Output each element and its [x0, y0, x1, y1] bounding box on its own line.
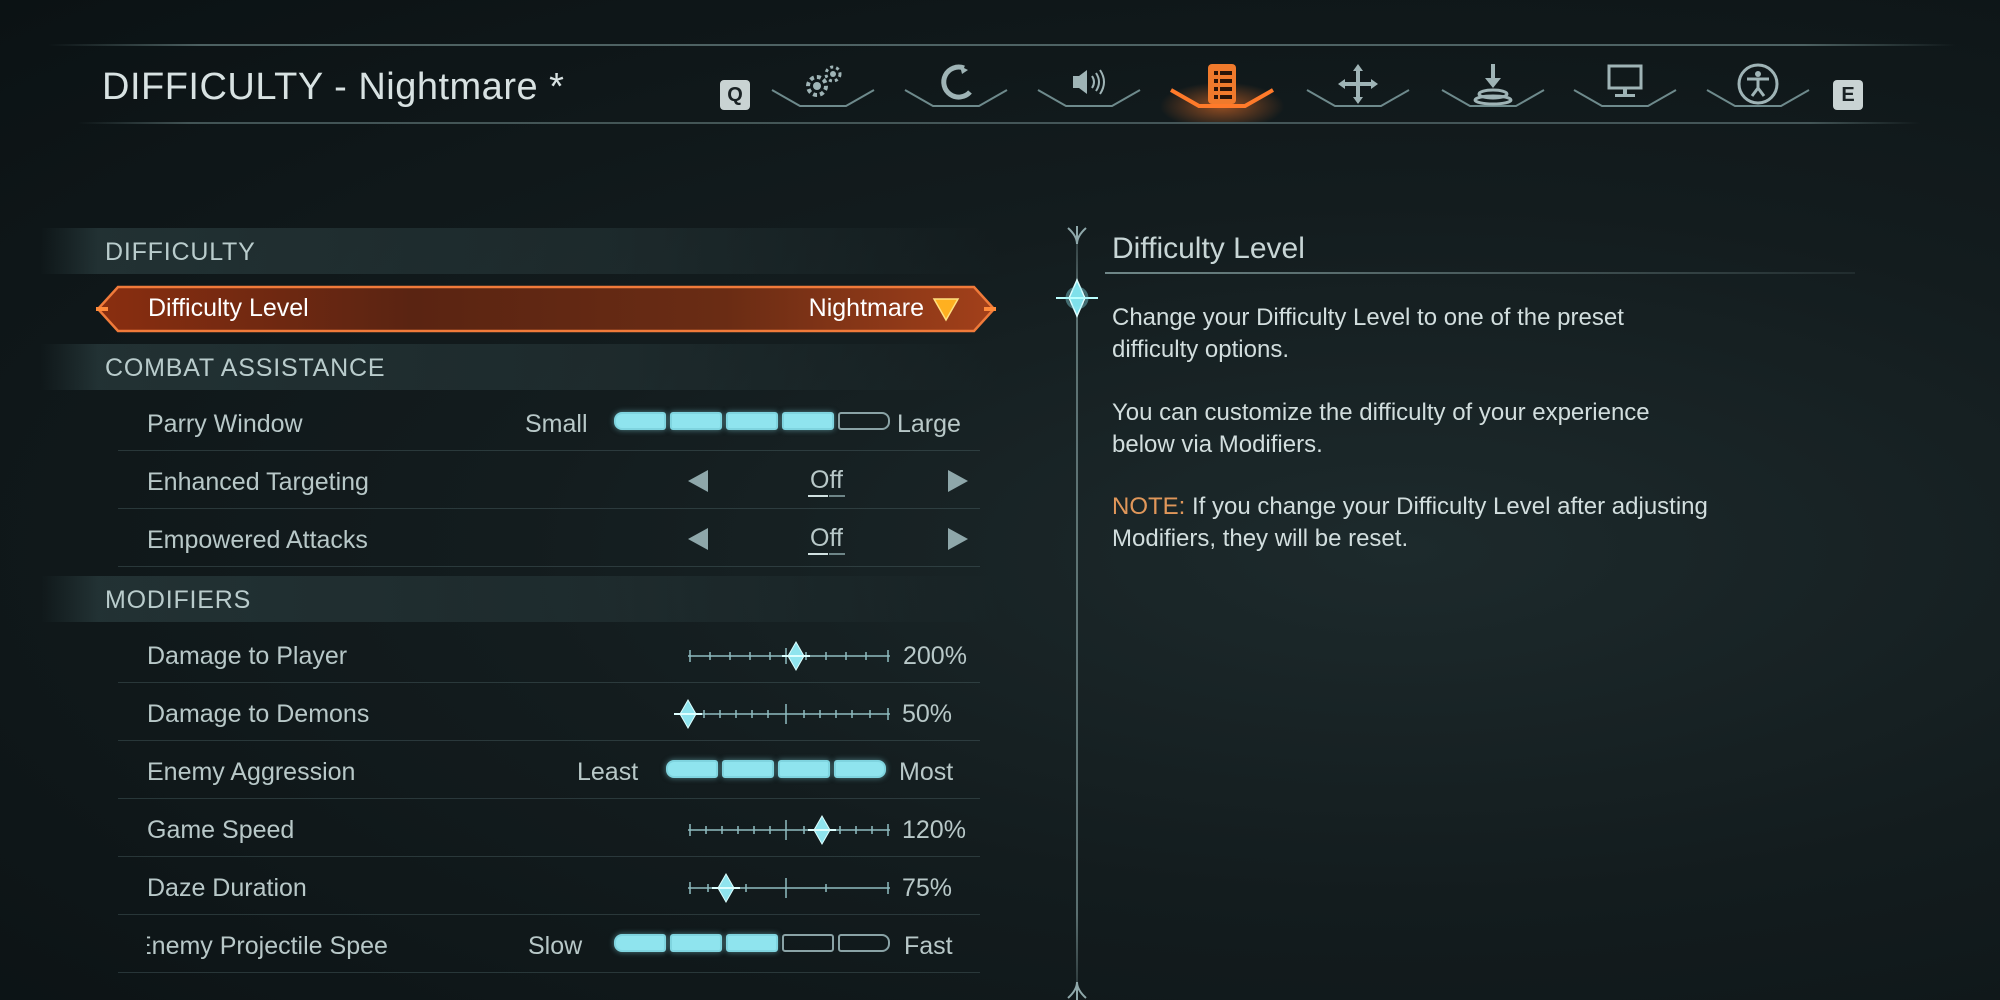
- header-bottom-line: [78, 122, 1920, 124]
- tab-downloads[interactable]: [1440, 56, 1546, 114]
- empowered-attacks-value: Off: [808, 524, 845, 555]
- section-modifiers: MODIFIERS: [40, 576, 1000, 622]
- damage-to-player-row[interactable]: Damage to Player 200%: [118, 630, 980, 683]
- divider-selection-marker-icon: [1056, 278, 1098, 318]
- download-icon: [1473, 64, 1513, 106]
- tab-gameplay[interactable]: [770, 56, 876, 114]
- tab-display[interactable]: [1572, 56, 1678, 114]
- description-title: Difficulty Level: [1112, 232, 1305, 265]
- game-speed-label: Game Speed: [147, 816, 295, 844]
- section-difficulty-label: DIFFICULTY: [105, 238, 256, 266]
- slider-segment: [838, 412, 890, 430]
- damage-to-player-label: Damage to Player: [147, 642, 348, 670]
- game-speed-slider[interactable]: [686, 814, 892, 846]
- description-paragraph-2: You can customize the difficulty of your…: [1112, 399, 1650, 458]
- enemy-aggression-label: Enemy Aggression: [147, 758, 356, 786]
- daze-duration-row[interactable]: Daze Duration 75%: [118, 862, 980, 915]
- enemy-projectile-speed-label-clip: Enemy Projectile Spee: [147, 932, 417, 961]
- next-tab-key[interactable]: E: [1833, 80, 1863, 110]
- game-speed-row[interactable]: Game Speed 120%: [118, 804, 980, 857]
- section-difficulty: DIFFICULTY: [40, 228, 1000, 274]
- enemy-projectile-speed-min: Slow: [528, 932, 583, 960]
- description-underline: [1105, 272, 1855, 274]
- header-top-line: [48, 44, 1956, 46]
- slider-segment: [782, 412, 834, 430]
- tab-camera[interactable]: [1305, 56, 1411, 114]
- parry-window-slider[interactable]: [614, 412, 890, 430]
- daze-duration-label: Daze Duration: [147, 874, 307, 902]
- divider-bottom-ornament: [1067, 981, 1087, 1000]
- enhanced-targeting-value: Off: [808, 466, 845, 497]
- slider-segment: [666, 760, 718, 778]
- slider-segment: [726, 412, 778, 430]
- gears-icon: [806, 65, 842, 97]
- next-arrow-icon[interactable]: [948, 528, 968, 550]
- difficulty-list-icon: [1208, 64, 1236, 104]
- difficulty-level-label: Difficulty Level: [148, 294, 309, 322]
- prev-arrow-icon[interactable]: [688, 528, 708, 550]
- damage-to-demons-row[interactable]: Damage to Demons 50%: [118, 688, 980, 741]
- section-modifiers-label: MODIFIERS: [105, 586, 252, 614]
- enemy-aggression-min: Least: [577, 758, 639, 786]
- slider-segment: [778, 760, 830, 778]
- enhanced-targeting-row[interactable]: Enhanced Targeting Off: [118, 456, 980, 509]
- tab-audio[interactable]: [1036, 56, 1142, 114]
- tab-accessibility[interactable]: [1705, 56, 1811, 114]
- enemy-aggression-max: Most: [899, 758, 954, 786]
- parry-window-row[interactable]: Parry Window Small Large: [118, 398, 980, 451]
- speaker-icon: [1073, 69, 1105, 95]
- tab-controls[interactable]: [903, 56, 1009, 114]
- enhanced-targeting-label: Enhanced Targeting: [147, 468, 369, 496]
- slider-segment: [782, 934, 834, 952]
- damage-to-player-slider[interactable]: [686, 640, 892, 672]
- parry-window-max: Large: [897, 410, 961, 438]
- enemy-projectile-speed-max: Fast: [904, 932, 953, 960]
- daze-duration-slider[interactable]: [686, 872, 892, 904]
- tab-difficulty[interactable]: [1159, 56, 1285, 122]
- enemy-aggression-row[interactable]: Enemy Aggression Least Most: [118, 746, 980, 799]
- empowered-attacks-row[interactable]: Empowered Attacks Off: [118, 514, 980, 567]
- controller-icon: [941, 64, 972, 100]
- damage-to-player-value: 200%: [903, 642, 967, 670]
- page-title: DIFFICULTY - Nightmare *: [102, 66, 565, 108]
- difficulty-level-row[interactable]: Difficulty Level Nightmare: [96, 284, 996, 334]
- empowered-attacks-label: Empowered Attacks: [147, 526, 368, 554]
- section-combat-assistance: COMBAT ASSISTANCE: [40, 344, 1000, 390]
- damage-to-demons-slider[interactable]: [674, 698, 892, 730]
- parry-window-label: Parry Window: [147, 410, 303, 438]
- slider-segment: [670, 934, 722, 952]
- daze-duration-value: 75%: [902, 874, 953, 902]
- section-combat-label: COMBAT ASSISTANCE: [105, 354, 386, 382]
- game-speed-value: 120%: [902, 816, 966, 844]
- accessibility-icon: [1737, 63, 1779, 105]
- slider-segment: [614, 934, 666, 952]
- slider-segment: [838, 934, 890, 952]
- monitor-icon: [1607, 64, 1643, 97]
- enemy-projectile-speed-slider[interactable]: [614, 934, 890, 952]
- note-text: If you change your Difficulty Level afte…: [1112, 493, 1708, 552]
- slider-segment: [722, 760, 774, 778]
- damage-to-demons-label: Damage to Demons: [147, 700, 370, 728]
- description-note: NOTE: If you change your Difficulty Leve…: [1112, 491, 1712, 555]
- note-label: NOTE:: [1112, 493, 1186, 520]
- slider-segment: [614, 412, 666, 430]
- slider-segment: [670, 412, 722, 430]
- description-paragraph-1: Change your Difficulty Level to one of t…: [1112, 304, 1624, 363]
- panel-divider: [1076, 230, 1078, 990]
- enemy-aggression-slider[interactable]: [666, 760, 886, 778]
- damage-to-demons-value: 50%: [902, 700, 953, 728]
- prev-arrow-icon[interactable]: [688, 470, 708, 492]
- enemy-projectile-speed-row[interactable]: Enemy Projectile Spee Slow Fast: [118, 920, 980, 973]
- slider-segment: [834, 760, 886, 778]
- crosshair-icon: [1338, 64, 1378, 104]
- parry-window-min: Small: [525, 410, 588, 438]
- next-arrow-icon[interactable]: [948, 470, 968, 492]
- difficulty-level-value: Nightmare: [808, 294, 924, 322]
- enemy-projectile-speed-label: Enemy Projectile Spee: [147, 932, 388, 960]
- divider-top-ornament: [1067, 226, 1087, 245]
- prev-tab-key[interactable]: Q: [720, 80, 750, 110]
- dropdown-arrow-icon[interactable]: [932, 296, 960, 322]
- slider-segment: [726, 934, 778, 952]
